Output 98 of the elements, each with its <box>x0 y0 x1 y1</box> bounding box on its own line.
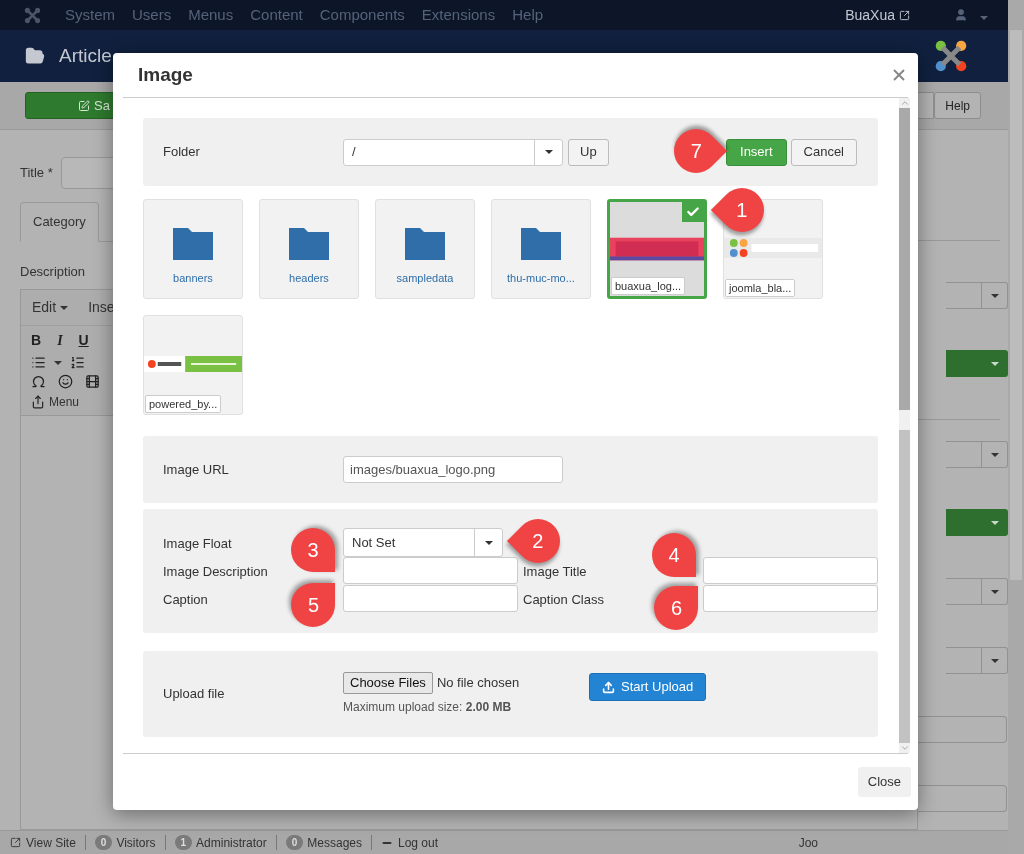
menu-item[interactable]: Content <box>250 3 303 27</box>
up-button[interactable]: Up <box>568 138 609 166</box>
count-badge: 0 <box>94 835 113 850</box>
field-label: Title * <box>20 164 53 183</box>
caret-icon <box>484 540 493 545</box>
caption-field[interactable] <box>343 585 518 612</box>
count-badge: 0 <box>285 835 304 850</box>
input-field[interactable] <box>918 785 1007 812</box>
status-label[interactable]: Visitors <box>116 833 156 852</box>
share-icon <box>31 395 45 409</box>
file-status: No file chosen <box>436 674 520 693</box>
field-label: Caption <box>163 591 208 607</box>
external-link-icon <box>899 9 910 21</box>
field-label: Caption Class <box>523 591 604 607</box>
caret-icon <box>60 305 69 310</box>
status-label[interactable]: Administrator <box>196 833 267 852</box>
user-icon[interactable] <box>954 8 968 22</box>
upload-size-note: Maximum upload size: 2.00 MB <box>343 699 513 716</box>
caret-icon <box>544 150 553 154</box>
folder-icon <box>521 228 561 260</box>
field-label: Upload file <box>163 685 226 704</box>
editor-menu-item[interactable]: Inse <box>88 297 115 318</box>
folder-tile[interactable]: sampledata <box>375 199 475 299</box>
folder-icon <box>405 228 445 260</box>
scroll-down-icon[interactable] <box>899 743 910 753</box>
scrollbar-thumb[interactable] <box>899 108 910 410</box>
page-title: Article <box>59 43 112 68</box>
edit-icon <box>78 99 90 112</box>
field-label: Image Title <box>523 563 587 579</box>
field-label: Image URL <box>163 460 230 479</box>
film-icon[interactable] <box>85 374 100 389</box>
cancel-button[interactable]: Cancel <box>790 138 857 166</box>
folder-icon <box>25 46 45 66</box>
caret-icon <box>991 361 999 366</box>
menu-item[interactable]: Components <box>319 3 405 27</box>
caret-icon <box>980 16 988 20</box>
status-label[interactable]: Messages <box>307 833 362 852</box>
folder-name: sampledata <box>396 271 454 286</box>
tab[interactable]: Category <box>20 202 99 242</box>
field-label: Image Description <box>163 563 268 579</box>
caption-class-field[interactable] <box>703 585 878 612</box>
help-button[interactable]: Help <box>934 92 981 119</box>
menu-button[interactable]: Menu <box>31 393 80 411</box>
caret-icon <box>990 589 999 594</box>
field-label: Description <box>20 262 86 281</box>
view-site-link[interactable]: View Site <box>10 833 76 852</box>
title-field[interactable] <box>703 557 878 584</box>
menu-item[interactable]: System <box>65 3 115 27</box>
field-label: Image Float <box>163 535 232 551</box>
smiley-icon[interactable] <box>58 374 73 389</box>
float-select[interactable]: Not Set <box>343 528 503 557</box>
format-button[interactable]: U <box>78 330 89 351</box>
caret-icon <box>990 293 999 298</box>
folder-tile[interactable]: thu-muc-mo... <box>491 199 591 299</box>
format-button[interactable]: B <box>31 330 42 351</box>
logout-link[interactable]: Log out <box>381 833 439 852</box>
folder-tile[interactable]: banners <box>143 199 243 299</box>
numbered-list-icon[interactable] <box>70 355 85 370</box>
folder-icon <box>289 228 329 260</box>
close-button[interactable]: Close <box>857 767 911 797</box>
joomla-icon <box>24 6 41 24</box>
menu-item[interactable]: Help <box>512 3 544 27</box>
caret-icon <box>990 452 999 457</box>
start-upload-button[interactable]: Start Upload <box>589 673 707 701</box>
caret-icon <box>991 520 999 525</box>
menu-item[interactable]: Extensions <box>421 3 496 27</box>
folder-icon <box>173 228 213 260</box>
editor-menu-item[interactable]: Edit <box>32 297 69 318</box>
choose-files-button[interactable]: Choose Files <box>343 672 433 694</box>
image-tile[interactable]: buaxua_log... <box>607 199 707 299</box>
caret-icon <box>990 658 999 663</box>
user-link[interactable]: BuaXua <box>845 4 895 26</box>
insert-button[interactable]: Insert <box>726 138 787 166</box>
field-label: Folder <box>163 143 201 162</box>
image-url-field[interactable]: images/buaxua_logo.png <box>343 456 563 483</box>
image-tile[interactable]: powered_by... <box>143 315 243 415</box>
menu-item[interactable]: Users <box>132 3 172 27</box>
folder-name: headers <box>289 271 329 286</box>
joomla-logo-icon <box>934 39 968 73</box>
description-field[interactable] <box>343 557 518 584</box>
dialog-title: Image <box>138 62 193 87</box>
folder-tile[interactable]: headers <box>259 199 359 299</box>
file-name: joomla_bla... <box>725 278 796 297</box>
check-icon <box>682 202 704 222</box>
omega-icon[interactable] <box>31 374 46 389</box>
menu-item[interactable]: Menus <box>188 3 234 27</box>
upload-icon <box>602 680 615 694</box>
folder-name: banners <box>173 271 213 286</box>
format-button[interactable]: I <box>57 330 63 351</box>
count-badge: 1 <box>174 835 193 850</box>
caret-icon <box>54 360 62 365</box>
file-name: powered_by... <box>145 394 222 413</box>
scroll-up-icon[interactable] <box>899 98 910 108</box>
external-link-icon <box>10 837 21 848</box>
folder-select[interactable]: / <box>343 138 563 166</box>
footer-text: Joo <box>798 834 818 852</box>
bullet-list-icon[interactable] <box>31 355 46 370</box>
folder-name: thu-muc-mo... <box>507 271 575 286</box>
